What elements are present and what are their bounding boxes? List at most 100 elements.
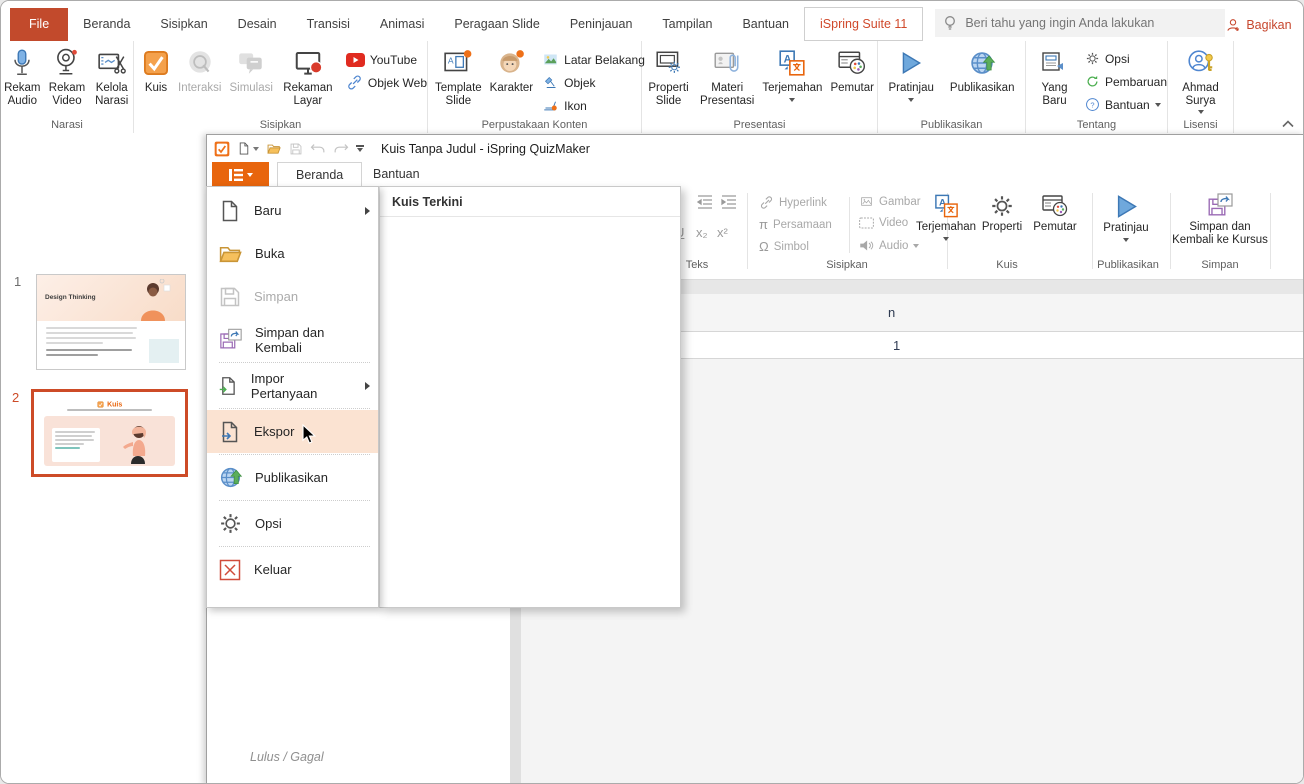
tab-sisipkan[interactable]: Sisipkan [145, 8, 222, 41]
subscript-button[interactable]: x₂ [696, 225, 708, 240]
dropdown-arrow-icon [1123, 238, 1129, 242]
quizmaker-title-bar[interactable]: Kuis Tanpa Judul - iSpring QuizMaker [207, 135, 1304, 162]
properti-slide-button[interactable]: Properti Slide [642, 45, 695, 110]
slide2-content-card [44, 416, 175, 466]
translate-icon: A [933, 193, 960, 219]
tab-file[interactable]: File [10, 8, 68, 41]
objek-web-button[interactable]: Objek Web [346, 72, 427, 93]
youtube-button[interactable]: YouTube [346, 49, 427, 70]
menu-item-opsi[interactable]: Opsi [207, 502, 378, 545]
microphone-icon [9, 47, 35, 79]
indent-buttons[interactable] [697, 195, 737, 209]
pemutar-button[interactable]: Pemutar [827, 45, 877, 97]
tab-tampilan[interactable]: Tampilan [647, 8, 727, 41]
qm-pratinjau-button[interactable]: Pratinjau [1095, 193, 1157, 242]
lightbulb-icon [943, 15, 957, 31]
kelola-narasi-button[interactable]: Kelola Narasi [90, 45, 133, 110]
link-icon [346, 74, 363, 91]
slide-1-thumbnail[interactable]: Design Thinking [36, 274, 186, 370]
quizmaker-app-icon [214, 141, 230, 157]
refresh-icon [1085, 74, 1100, 89]
menu-item-impor[interactable]: Impor Pertanyaan [207, 364, 378, 407]
slide2-subtitle-line [67, 409, 152, 411]
tab-beranda[interactable]: Beranda [68, 8, 145, 41]
share-button[interactable]: Bagikan [1225, 8, 1291, 41]
video-icon [859, 217, 874, 229]
handouts-paperclip-icon [712, 47, 742, 79]
qm-pemutar-button[interactable]: Pemutar [1029, 193, 1081, 234]
menu-item-baru[interactable]: Baru [207, 189, 378, 232]
rekam-audio-button[interactable]: Rekam Audio [1, 45, 44, 110]
background-image-icon [542, 52, 559, 67]
objek-button[interactable]: Objek [542, 72, 645, 93]
opsi-button[interactable]: Opsi [1085, 48, 1167, 69]
group-label-qm-kuis: Kuis [952, 259, 1062, 271]
tab-transisi[interactable]: Transisi [292, 8, 365, 41]
tab-ispring-suite[interactable]: iSpring Suite 11 [804, 7, 923, 41]
menu-item-keluar[interactable]: Keluar [207, 548, 378, 591]
quizmaker-tab-beranda[interactable]: Beranda [277, 162, 362, 187]
bantuan-button[interactable]: ? Bantuan [1085, 94, 1167, 115]
interaksi-button: Interaksi [175, 45, 224, 97]
qat-new-button[interactable] [237, 141, 259, 156]
materi-presentasi-button[interactable]: Materi Presentasi [697, 45, 757, 110]
qat-open-icon[interactable] [266, 141, 282, 156]
terjemahan-button[interactable]: A Terjemahan [759, 45, 825, 104]
yang-baru-button[interactable]: Yang Baru [1032, 45, 1077, 110]
slide2-text-card [52, 428, 100, 462]
indent-decrease-icon [697, 195, 713, 209]
latar-belakang-button[interactable]: Latar Belakang [542, 49, 645, 70]
menu-item-simpan-kembali[interactable]: Simpan dan Kembali [207, 318, 378, 361]
import-questions-icon [218, 373, 239, 399]
save-return-course-button[interactable]: Simpan dan Kembali ke Kursus [1170, 193, 1270, 247]
publikasikan-button[interactable]: Publikasikan [947, 45, 1018, 97]
mini-quiz-checkbox-icon [97, 401, 104, 408]
superscript-button[interactable]: x² [717, 225, 728, 240]
gambar-button: Gambar [859, 195, 921, 208]
list-icon [229, 169, 243, 181]
tab-bantuan[interactable]: Bantuan [727, 8, 804, 41]
tab-animasi[interactable]: Animasi [365, 8, 439, 41]
rekam-video-button[interactable]: Rekam Video [46, 45, 89, 110]
qm-terjemahan-button[interactable]: A Terjemahan [913, 193, 979, 241]
person-key-icon [1186, 47, 1216, 79]
icons-library-icon [542, 98, 559, 113]
file-menu: Baru Buka Simpan Simpan dan Kembali Impo… [206, 186, 379, 608]
group-lisensi: Ahmad Surya Lisensi [1168, 41, 1234, 133]
template-slide-button[interactable]: A Template Slide [432, 45, 485, 110]
group-presentasi: Properti Slide Materi Presentasi A Terje… [642, 41, 878, 133]
menu-separator [219, 546, 370, 547]
lamp-icon [542, 75, 559, 90]
quizmaker-file-menu-button[interactable] [212, 162, 269, 187]
hyperlink-button: Hyperlink [759, 195, 827, 210]
tab-peragaan-slide[interactable]: Peragaan Slide [439, 8, 554, 41]
pembaruan-button[interactable]: Pembaruan [1085, 71, 1167, 92]
slide-properties-icon [654, 47, 684, 79]
quizmaker-tab-bantuan[interactable]: Bantuan [355, 162, 438, 187]
pratinjau-button[interactable]: Pratinjau [886, 45, 937, 104]
ispring-ribbon: Rekam Audio Rekam Video Kelola Narasi Na… [1, 41, 1303, 135]
menu-item-simpan: Simpan [207, 275, 378, 318]
menu-item-buka[interactable]: Buka [207, 232, 378, 275]
qat-customize-button[interactable] [356, 145, 364, 152]
tab-desain[interactable]: Desain [223, 8, 292, 41]
kuis-button[interactable]: Kuis [139, 45, 173, 97]
menu-item-publikasikan[interactable]: Publikasikan [207, 456, 378, 499]
ikon-button[interactable]: Ikon [542, 95, 645, 116]
tell-me-search[interactable] [935, 9, 1225, 37]
quizmaker-tab-bar: Beranda Bantuan [207, 162, 1304, 188]
karakter-button[interactable]: Karakter [487, 45, 536, 97]
slide-thumbnails-panel: 1 Design Thinking 2 Kuis [1, 134, 206, 784]
collapse-ribbon-icon[interactable] [1282, 120, 1294, 128]
slide-2-thumbnail[interactable]: Kuis [31, 389, 188, 477]
slide-template-icon: A [443, 47, 473, 79]
tab-peninjauan[interactable]: Peninjauan [555, 8, 648, 41]
group-label-qm-publikasikan: Publikasikan [1087, 259, 1169, 271]
search-input[interactable] [963, 15, 1217, 31]
menu-item-ekspor[interactable]: Ekspor [207, 410, 378, 453]
submenu-arrow-icon [365, 382, 370, 390]
rekaman-layar-button[interactable]: Rekaman Layar [278, 45, 338, 110]
account-button[interactable]: Ahmad Surya [1168, 45, 1233, 116]
application-window: File Beranda Sisipkan Desain Transisi An… [0, 0, 1304, 784]
qm-properti-button[interactable]: Properti [977, 193, 1027, 234]
